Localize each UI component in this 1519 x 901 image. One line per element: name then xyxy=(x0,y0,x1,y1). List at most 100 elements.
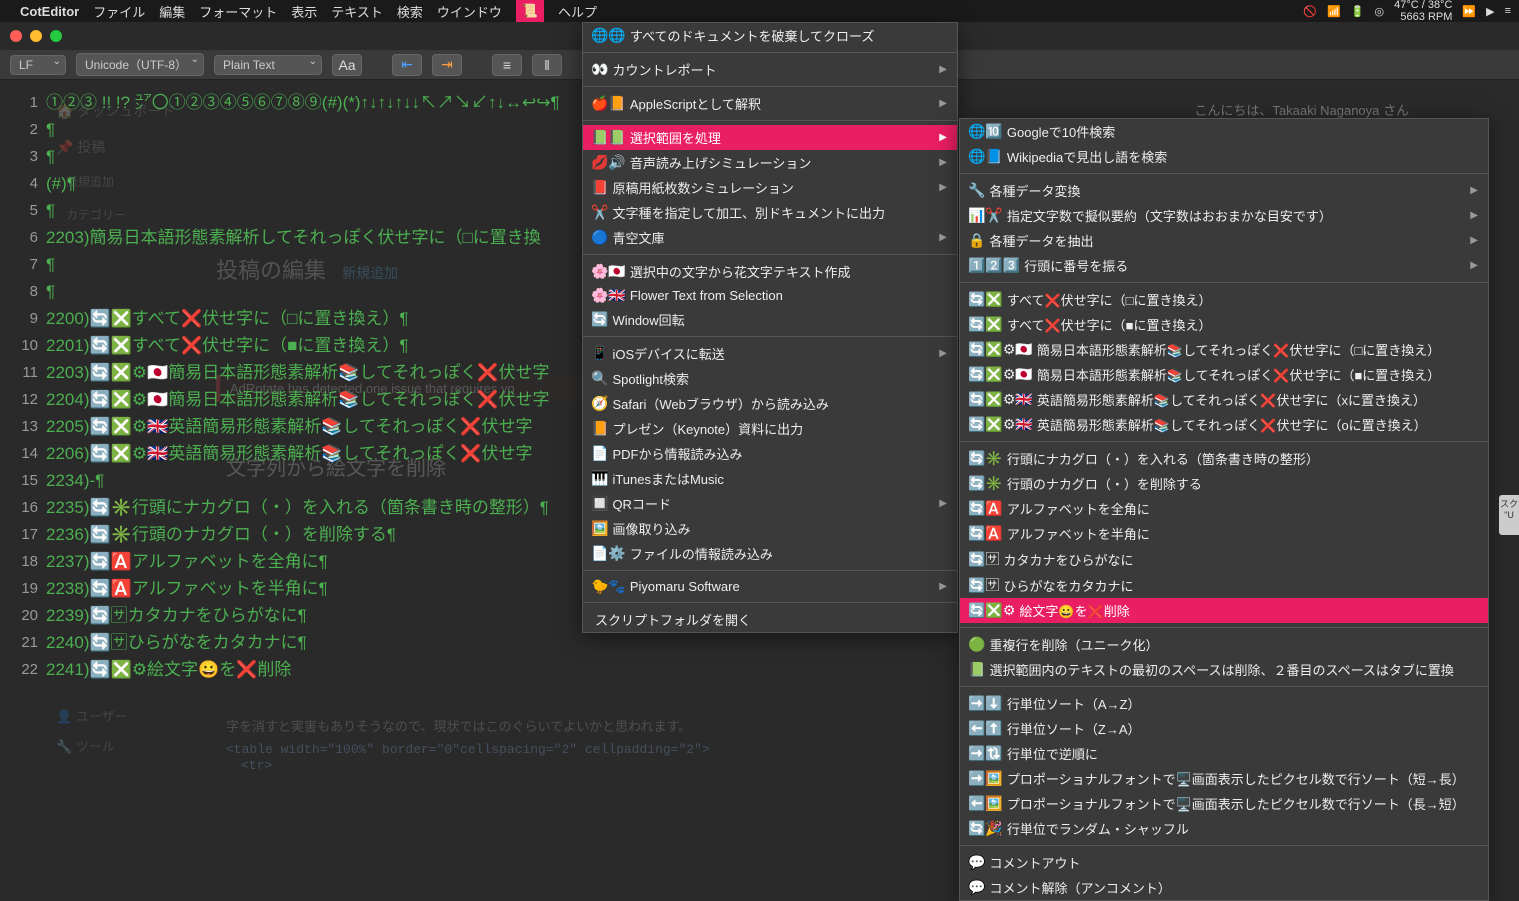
script-submenu-item[interactable]: 🔄❎⚙🇯🇵簡易日本語形態素解析📚してそれっぽく❌伏せ字に（□に置き換え） xyxy=(960,337,1488,362)
script-menu-item[interactable]: 📄PDFから情報読み込み xyxy=(583,441,957,466)
script-submenu-item[interactable]: ➡️🔃行単位で逆順に xyxy=(960,741,1488,766)
script-menu-item[interactable]: 📄⚙️ファイルの情報読み込み xyxy=(583,541,957,566)
script-menu-item[interactable]: 🖼️画像取り込み xyxy=(583,516,957,541)
script-submenu-item[interactable]: ⬅️⬆️行単位ソート（Z→A） xyxy=(960,716,1488,741)
status-temperature[interactable]: 47°C / 38°C 5663 RPM xyxy=(1394,0,1452,23)
menu-help[interactable]: ヘルプ xyxy=(558,2,597,21)
script-menu-item[interactable]: ✂️文字種を指定して加工、別ドキュメントに出力 xyxy=(583,200,957,225)
menu-item-icon: 1️⃣2️⃣3️⃣ xyxy=(968,257,1020,274)
menu-item-icon: 🖼️ xyxy=(591,520,608,537)
zoom-button[interactable] xyxy=(50,30,62,42)
script-submenu-item[interactable]: ⬅️🖼️プロポーショナルフォントで🖥️画面表示したピクセル数で行ソート（長→短） xyxy=(960,791,1488,816)
script-menu-item[interactable]: 💋🔊音声読み上げシミュレーション▶ xyxy=(583,150,957,175)
minimize-button[interactable] xyxy=(30,30,42,42)
menu-text[interactable]: テキスト xyxy=(331,2,383,21)
script-menu-item[interactable]: 👀カウントレポート▶ xyxy=(583,57,957,82)
script-submenu-item[interactable]: ➡️🖼️プロポーショナルフォントで🖥️画面表示したピクセル数で行ソート（短→長） xyxy=(960,766,1488,791)
line-number: 12 xyxy=(0,386,38,413)
script-submenu-item[interactable]: 🔄❎⚙絵文字😀を❌削除 xyxy=(960,598,1488,623)
font-button[interactable]: Aa xyxy=(332,54,362,76)
script-menu-item[interactable]: 📱iOSデバイスに転送▶ xyxy=(583,341,957,366)
script-menu-item[interactable]: 🍎📙AppleScriptとして解釈▶ xyxy=(583,91,957,116)
status-wifi-icon[interactable]: 📶 xyxy=(1327,5,1341,18)
script-menu-item[interactable]: 🔵青空文庫▶ xyxy=(583,225,957,250)
script-menu-item[interactable]: 🎹iTunesまたはMusic xyxy=(583,466,957,491)
outdent-button[interactable]: ⇤ xyxy=(392,54,422,76)
indent-button[interactable]: ⇥ xyxy=(432,54,462,76)
menu-edit[interactable]: 編集 xyxy=(159,2,185,21)
script-menu-item[interactable]: 🐤🐾Piyomaru Software▶ xyxy=(583,575,957,598)
menu-format[interactable]: フォーマット xyxy=(199,2,277,21)
menu-item-icon: 🔍 xyxy=(591,370,608,387)
menu-window[interactable]: ウインドウ xyxy=(437,2,502,21)
menu-item-icon: 📱 xyxy=(591,345,608,362)
script-submenu-item[interactable]: 🔧各種データ変換▶ xyxy=(960,178,1488,203)
submenu-arrow-icon: ▶ xyxy=(939,132,947,143)
script-submenu-item[interactable]: 🔄🈂カタカナをひらがなに xyxy=(960,546,1488,572)
status-battery-icon[interactable]: 🔋 xyxy=(1351,5,1365,18)
script-submenu-item[interactable]: 🔄✳️行頭にナカグロ（・）を入れる（箇条書き時の整形） xyxy=(960,446,1488,471)
wrap-center-button[interactable]: ≡ xyxy=(492,54,522,76)
script-submenu-item[interactable]: 🔄❎⚙🇬🇧英語簡易形態素解析📚してそれっぽく❌伏せ字に（xに置き換え） xyxy=(960,387,1488,412)
menu-separator xyxy=(960,845,1488,846)
menu-item-icon: 🟢 xyxy=(968,636,985,653)
script-submenu-item[interactable]: 🔄🅰️アルファベットを全角に xyxy=(960,496,1488,521)
encoding-select[interactable]: Unicode（UTF-8） xyxy=(76,53,204,76)
menu-file[interactable]: ファイル xyxy=(93,2,145,21)
script-menu-item[interactable]: 🔄Window回転 xyxy=(583,307,957,332)
status-play-icon[interactable]: ▶ xyxy=(1486,5,1494,18)
script-submenu-item[interactable]: 💬コメント解除（アンコメント） xyxy=(960,875,1488,900)
script-submenu-item[interactable]: 📗選択範囲内のテキストの最初のスペースは削除、２番目のスペースはタブに置換 xyxy=(960,657,1488,682)
script-menu-item[interactable]: 📕原稿用紙枚数シミュレーション▶ xyxy=(583,175,957,200)
script-menu-item[interactable]: 🌐🌐すべてのドキュメントを破棄してクローズ xyxy=(583,23,957,48)
status-nosign-icon[interactable]: 🚫 xyxy=(1303,5,1317,18)
line-number: 15 xyxy=(0,467,38,494)
code-line[interactable]: 2240)🔄🈂ひらがなをカタカナに¶ xyxy=(46,629,960,656)
script-submenu-item[interactable]: 🔄❎すべて❌伏せ字に（■に置き換え） xyxy=(960,312,1488,337)
script-submenu-item[interactable]: ➡️⬇️行単位ソート（A→Z） xyxy=(960,691,1488,716)
submenu-arrow-icon: ▶ xyxy=(939,182,947,193)
script-submenu-item[interactable]: 🔄❎すべて❌伏せ字に（□に置き換え） xyxy=(960,287,1488,312)
script-submenu-item[interactable]: 🔄❎⚙🇬🇧英語簡易形態素解析📚してそれっぽく❌伏せ字に（oに置き換え） xyxy=(960,412,1488,437)
script-menu-item[interactable]: 📗📗選択範囲を処理▶ xyxy=(583,125,957,150)
script-submenu-item[interactable]: 🔄✳️行頭のナカグロ（・）を削除する xyxy=(960,471,1488,496)
wrap-left-button[interactable]: ‖ xyxy=(532,54,562,76)
line-number: 22 xyxy=(0,656,38,683)
menu-separator xyxy=(583,254,957,255)
syntax-select[interactable]: Plain Text xyxy=(214,55,322,75)
script-menu-item[interactable]: 🌸🇬🇧Flower Text from Selection xyxy=(583,284,957,307)
script-menu-item[interactable]: 📙プレゼン（Keynote）資料に出力 xyxy=(583,416,957,441)
line-number: 5 xyxy=(0,197,38,224)
script-menu-item[interactable]: 🔍Spotlight検索 xyxy=(583,366,957,391)
menu-item-label: iOSデバイスに転送 xyxy=(612,344,724,363)
menu-item-icon: 👀 xyxy=(591,61,608,78)
status-menu-icon[interactable]: ≡ xyxy=(1505,5,1511,17)
script-submenu-item[interactable]: 🌐🔟Googleで10件検索 xyxy=(960,119,1488,144)
code-line[interactable]: 2241)🔄❎⚙絵文字😀を❌削除 xyxy=(46,656,960,683)
script-submenu-item[interactable]: 🌐📘Wikipediaで見出し語を検索 xyxy=(960,144,1488,169)
script-submenu-item[interactable]: 🟢重複行を削除（ユニーク化） xyxy=(960,632,1488,657)
script-submenu-item[interactable]: 🔄🎉行単位でランダム・シャッフル xyxy=(960,816,1488,841)
status-sync-icon[interactable]: ◎ xyxy=(1374,5,1384,18)
script-menu-item[interactable]: 🔲QRコード▶ xyxy=(583,491,957,516)
script-menu-item[interactable]: 🧭Safari（Webブラウザ）から読み込み xyxy=(583,391,957,416)
script-submenu-item[interactable]: 🔄🈂ひらがなをカタカナに xyxy=(960,572,1488,598)
app-name[interactable]: CotEditor xyxy=(20,4,79,19)
menu-script-icon[interactable]: 📜 xyxy=(516,0,544,22)
script-submenu-item[interactable]: 📊✂️指定文字数で擬似要約（文字数はおおまかな目安です）▶ xyxy=(960,203,1488,228)
script-submenu-item[interactable]: 🔄🅰️アルファベットを半角に xyxy=(960,521,1488,546)
menu-find[interactable]: 検索 xyxy=(397,2,423,21)
line-ending-select[interactable]: LF xyxy=(10,55,66,75)
script-submenu-item[interactable]: 🔄❎⚙🇯🇵簡易日本語形態素解析📚してそれっぽく❌伏せ字に（■に置き換え） xyxy=(960,362,1488,387)
menu-view[interactable]: 表示 xyxy=(291,2,317,21)
menu-item-label: 各種データ変換 xyxy=(989,181,1080,200)
status-fastforward-icon[interactable]: ⏩ xyxy=(1462,5,1476,18)
script-menu-item[interactable]: 🌸🇯🇵選択中の文字から花文字テキスト作成 xyxy=(583,259,957,284)
script-submenu-item[interactable]: 🔒各種データを抽出▶ xyxy=(960,228,1488,253)
script-submenu-item[interactable]: 1️⃣2️⃣3️⃣行頭に番号を振る▶ xyxy=(960,253,1488,278)
close-button[interactable] xyxy=(10,30,22,42)
menu-item-label: プレゼン（Keynote）資料に出力 xyxy=(612,419,803,438)
script-menu-item[interactable]: スクリプトフォルダを開く xyxy=(583,607,957,632)
line-number: 11 xyxy=(0,359,38,386)
script-submenu-item[interactable]: 💬コメントアウト xyxy=(960,850,1488,875)
